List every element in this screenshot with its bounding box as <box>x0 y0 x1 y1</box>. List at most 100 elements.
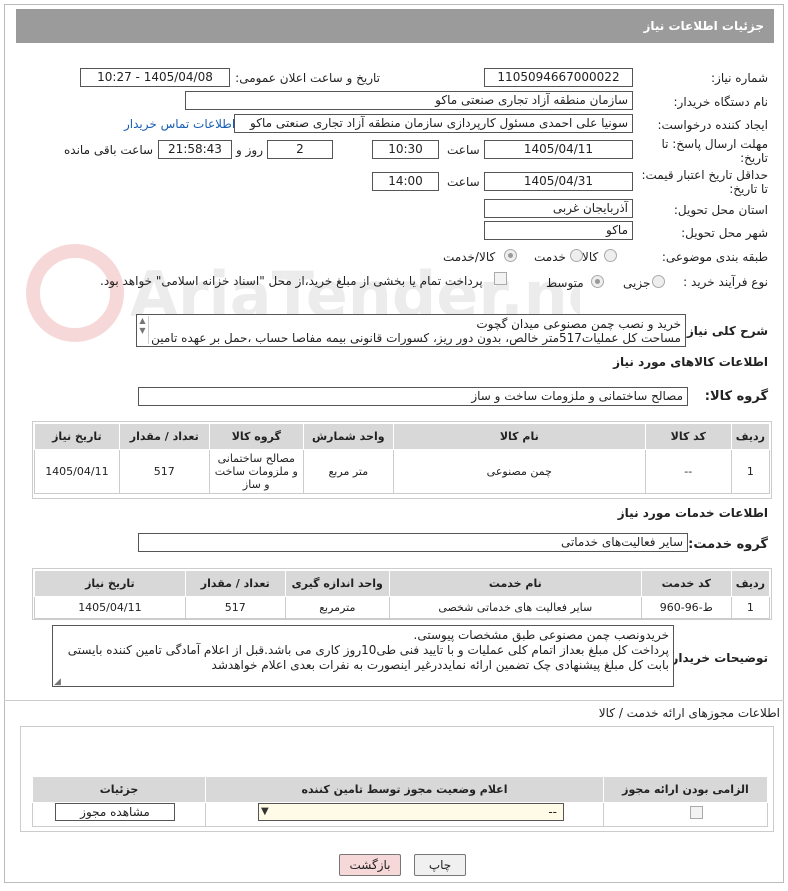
category-option-both: کالا/خدمت <box>443 250 496 264</box>
province-label: استان محل تحویل: <box>673 203 768 217</box>
summary-label: شرح کلی نیاز: <box>682 324 768 338</box>
reply-date-field: 1405/04/11 <box>484 140 633 159</box>
days-field: 2 <box>267 140 333 159</box>
category-radio-both[interactable] <box>504 249 517 262</box>
view-permit-button[interactable]: مشاهده مجوز <box>55 803 175 821</box>
payment-note: پرداخت تمام یا بخشی از مبلغ خرید،از محل … <box>100 274 483 288</box>
summary-line-1: خرید و نصب چمن مصنوعی میدان گچوت <box>476 317 681 331</box>
goods-cell-qty: 517 <box>118 449 210 494</box>
services-section-title: اطلاعات خدمات مورد نیاز <box>617 506 768 520</box>
services-col-date: تاریخ نیاز <box>34 570 186 597</box>
reply-time-label: ساعت <box>447 143 480 157</box>
print-button[interactable]: چاپ <box>414 854 466 876</box>
permits-cell-required <box>603 802 768 827</box>
buyer-notes-line-1: خریدونصب چمن مصنوعی طبق مشخصات پیوستی. <box>413 628 669 642</box>
table-row: 1 ط-96-960 سایر فعالیت های خدماتی شخصی م… <box>34 596 771 619</box>
reply-deadline-label: مهلت ارسال پاسخ: تا تاریخ: <box>661 137 768 165</box>
process-option-minor: جزیی <box>623 276 651 290</box>
goods-cell-code: -- <box>644 449 732 494</box>
goods-cell-group: مصالح ساختمانی و ملزومات ساخت و ساز <box>208 449 304 494</box>
goods-cell-row: 1 <box>730 449 771 494</box>
services-col-unit: واحد اندازه گیری <box>284 570 390 597</box>
permits-col-status: اعلام وضعیت مجوز توسط تامین کننده <box>205 776 604 803</box>
process-label: نوع فرآیند خرید : <box>683 275 768 289</box>
buyer-notes-line-2: پرداخت کل مبلغ بعداز اتمام کلی عملیات و … <box>67 643 669 657</box>
permits-section-title: اطلاعات مجوزهای ارائه خدمت / کالا <box>598 706 780 720</box>
category-radio-goods[interactable] <box>604 249 617 262</box>
goods-col-date: تاریخ نیاز <box>34 423 120 450</box>
category-label: طبقه بندی موضوعی: <box>661 250 768 264</box>
goods-group-field: مصالح ساختمانی و ملزومات ساخت و ساز <box>138 387 688 406</box>
process-radio-minor[interactable] <box>652 275 665 288</box>
need-number-field: 1105094667000022 <box>484 68 633 87</box>
payment-checkbox[interactable] <box>494 272 507 285</box>
chevron-down-icon: ▼ <box>261 806 269 817</box>
buyer-org-field: سازمان منطقه آزاد تجاری صنعتی ماکو <box>185 91 633 110</box>
province-field: آذربایجان غربی <box>484 199 633 218</box>
category-option-service: خدمت <box>534 250 566 264</box>
remaining-label: ساعت باقی مانده <box>64 143 154 157</box>
goods-col-qty: تعداد / مقدار <box>118 423 210 450</box>
contact-buyer-link[interactable]: اطلاعات تماس خریدار <box>124 117 235 131</box>
services-cell-row: 1 <box>730 596 771 619</box>
services-col-code: کد خدمت <box>640 570 732 597</box>
price-deadline-label: حداقل تاریخ اعتبار قیمت: تا تاریخ: <box>641 168 768 196</box>
goods-group-label: گروه کالا: <box>704 389 768 404</box>
permits-divider <box>4 700 784 701</box>
days-label: روز و <box>236 143 263 157</box>
creator-label: ایجاد کننده درخواست: <box>657 118 768 132</box>
services-cell-date: 1405/04/11 <box>34 596 186 619</box>
city-label: شهر محل تحویل: <box>681 226 768 240</box>
services-cell-code: ط-96-960 <box>640 596 732 619</box>
permits-col-details: جزئیات <box>32 776 206 803</box>
services-col-row: ردیف <box>730 570 771 597</box>
goods-section-title: اطلاعات کالاهای مورد نیاز <box>613 355 768 369</box>
page-title: جزئیات اطلاعات نیاز <box>16 9 774 43</box>
announce-label: تاریخ و ساعت اعلان عمومی: <box>235 71 380 85</box>
services-col-name: نام خدمت <box>388 570 642 597</box>
buyer-org-label: نام دستگاه خریدار: <box>673 95 769 109</box>
buyer-notes-label: توضیحات خریدار: <box>666 651 768 665</box>
reply-time-field: 10:30 <box>372 140 439 159</box>
creator-field: سونیا علی احمدی مسئول کارپردازی سازمان م… <box>234 114 633 133</box>
goods-col-row: ردیف <box>730 423 771 450</box>
summary-textarea[interactable]: خرید و نصب چمن مصنوعی میدان گچوت مساحت ک… <box>136 314 686 347</box>
price-time-field: 14:00 <box>372 172 439 191</box>
goods-col-name: نام کالا <box>392 423 646 450</box>
services-cell-qty: 517 <box>184 596 286 619</box>
goods-table: ردیف کد کالا نام کالا واحد شمارش گروه کا… <box>34 423 771 494</box>
permits-col-required: الزامی بودن ارائه مجوز <box>603 776 768 803</box>
permit-required-checkbox <box>690 806 703 819</box>
summary-line-2: مساحت کل عملیات517متر خالص، بدون دور ریز… <box>151 331 681 345</box>
back-button[interactable]: بازگشت <box>339 854 401 876</box>
announce-field: 1405/04/08 - 10:27 <box>80 68 230 87</box>
services-group-field: سایر فعالیت‌های خدماتی <box>138 533 688 552</box>
resize-handle-icon[interactable]: ◢ <box>54 677 61 687</box>
process-radio-medium[interactable] <box>591 275 604 288</box>
services-col-qty: تعداد / مقدار <box>184 570 286 597</box>
remaining-time-field: 21:58:43 <box>158 140 232 159</box>
summary-scrollbar[interactable]: ▲ ▼ <box>137 316 149 344</box>
goods-col-code: کد کالا <box>644 423 732 450</box>
goods-col-unit: واحد شمارش <box>302 423 394 450</box>
buyer-notes-textarea[interactable]: خریدونصب چمن مصنوعی طبق مشخصات پیوستی. پ… <box>52 625 674 687</box>
price-time-label: ساعت <box>447 175 480 189</box>
process-option-medium: متوسط <box>546 276 584 290</box>
goods-col-group: گروه کالا <box>208 423 304 450</box>
goods-cell-date: 1405/04/11 <box>34 449 120 494</box>
services-cell-unit: مترمربع <box>284 596 390 619</box>
goods-cell-name: چمن مصنوعی <box>392 449 646 494</box>
permit-status-value: -- <box>548 805 557 819</box>
need-number-label: شماره نیاز: <box>711 71 768 85</box>
buyer-notes-line-3: بابت کل مبلغ پیشنهادی چک تضمین ارائه نما… <box>211 658 669 672</box>
category-option-goods: کالا <box>582 250 599 264</box>
goods-cell-unit: متر مربع <box>302 449 394 494</box>
services-group-label: گروه خدمت: <box>688 537 768 552</box>
category-radio-service[interactable] <box>570 249 583 262</box>
services-table: ردیف کد خدمت نام خدمت واحد اندازه گیری ت… <box>34 570 771 619</box>
services-cell-name: سایر فعالیت های خدماتی شخصی <box>388 596 642 619</box>
price-date-field: 1405/04/31 <box>484 172 633 191</box>
table-row: 1 -- چمن مصنوعی متر مربع مصالح ساختمانی … <box>34 449 771 494</box>
city-field: ماکو <box>484 221 633 240</box>
permit-status-select[interactable]: -- ▼ <box>258 803 564 821</box>
